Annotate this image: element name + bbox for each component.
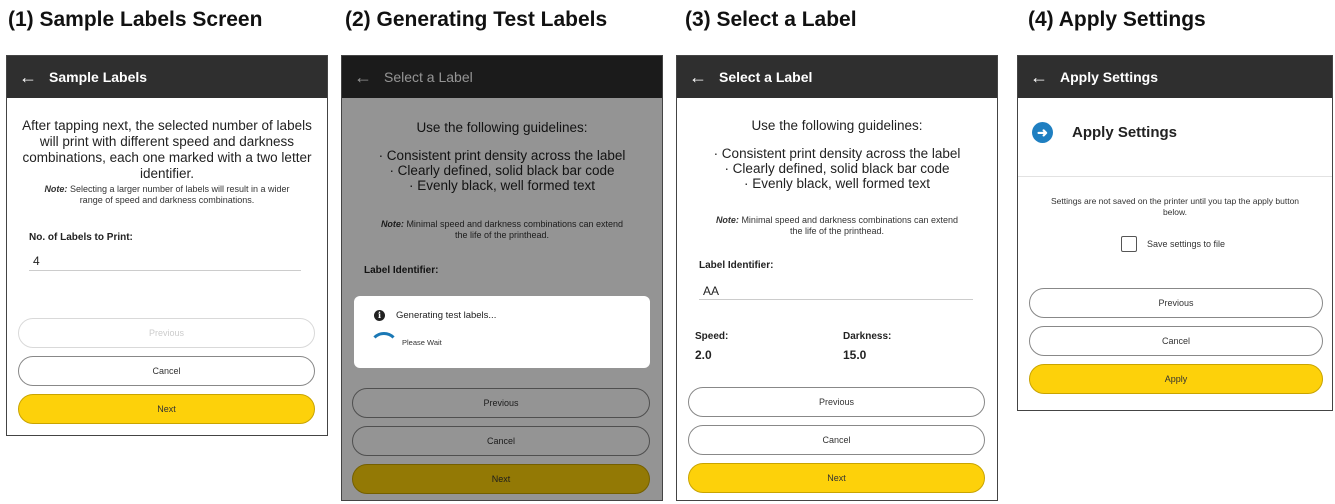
save-to-file-checkbox[interactable] [1121, 236, 1137, 252]
speed-value: 2.0 [695, 348, 712, 362]
previous-button[interactable]: Previous [18, 318, 315, 348]
arrow-left-icon[interactable]: ← [7, 67, 49, 88]
dialog-message: Generating test labels... [396, 310, 497, 321]
note-text: Note: Minimal speed and darkness combina… [715, 215, 959, 236]
info-icon: i [374, 310, 385, 321]
phone-screen-select-a-label: ← Select a Label Use the following guide… [676, 55, 998, 501]
progress-dialog: i Generating test labels... Please Wait [354, 296, 650, 368]
spinner-icon [369, 332, 399, 362]
previous-button[interactable]: Previous [688, 387, 985, 417]
guidelines-list: · Consistent print density across the la… [713, 146, 961, 191]
darkness-label: Darkness: [843, 331, 892, 342]
next-button[interactable]: Next [688, 463, 985, 493]
darkness-value: 15.0 [843, 348, 867, 362]
labels-count-label: No. of Labels to Print: [29, 232, 133, 243]
app-bar: ← Select a Label [677, 56, 997, 98]
apply-button[interactable]: Apply [1029, 364, 1323, 394]
speed-label: Speed: [695, 331, 729, 342]
app-bar-title: Sample Labels [49, 69, 148, 85]
cancel-button[interactable]: Cancel [18, 356, 315, 386]
apply-settings-heading: Apply Settings [1072, 124, 1178, 141]
caption-sample-labels: (1) Sample Labels Screen [8, 8, 263, 31]
phone-screen-generating-test-labels: ← Select a Label Use the following guide… [341, 55, 663, 501]
caption-apply-settings: (4) Apply Settings [1028, 8, 1206, 31]
caption-select-a-label: (3) Select a Label [685, 8, 857, 31]
guidelines-title: Use the following guidelines: [751, 118, 923, 133]
phone-screen-sample-labels: ← Sample Labels After tapping next, the … [6, 55, 328, 436]
description-text: After tapping next, the selected number … [22, 118, 312, 181]
labels-count-input[interactable]: 4 [33, 254, 40, 268]
note-text: Note: Selecting a larger number of label… [44, 184, 290, 205]
arrow-left-icon[interactable]: ← [1018, 67, 1060, 88]
dialog-wait-text: Please Wait [402, 338, 442, 347]
arrow-left-icon[interactable]: ← [677, 67, 719, 88]
app-bar-title: Apply Settings [1060, 69, 1159, 85]
label-identifier-label: Label Identifier: [699, 260, 774, 271]
input-underline [29, 270, 301, 271]
app-bar: ← Apply Settings [1018, 56, 1332, 98]
label-identifier-select[interactable]: AA [703, 284, 719, 298]
cancel-button[interactable]: Cancel [1029, 326, 1323, 356]
previous-button[interactable]: Previous [1029, 288, 1323, 318]
cancel-button[interactable]: Cancel [688, 425, 985, 455]
app-bar: ← Sample Labels [7, 56, 327, 98]
next-button[interactable]: Next [18, 394, 315, 424]
caption-generating-test-labels: (2) Generating Test Labels [345, 8, 608, 31]
arrow-right-circle-icon: ➜ [1032, 122, 1053, 143]
modal-scrim [342, 56, 662, 500]
apply-message: Settings are not saved on the printer un… [1050, 196, 1300, 217]
divider [1018, 176, 1332, 177]
app-bar-title: Select a Label [719, 69, 813, 85]
input-underline [699, 299, 973, 300]
save-to-file-label: Save settings to file [1147, 239, 1226, 249]
phone-screen-apply-settings: ← Apply Settings ➜ Apply Settings Settin… [1017, 55, 1333, 411]
